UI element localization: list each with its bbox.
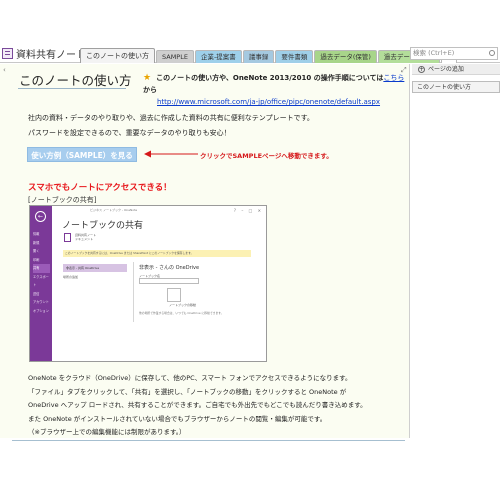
paragraph-line: 「ファイル」タブをクリックして、「共有」を選択し、「ノートブックの移動」をクリッ… <box>28 387 347 396</box>
section-heading: スマホでもノートにアクセスできる！ <box>28 183 172 193</box>
section-tab[interactable]: 要件書類 <box>275 50 314 63</box>
intro-line: パスワードを設定できるので、重要なデータのやり取りも安心！ <box>28 129 231 137</box>
bottom-divider <box>12 440 405 441</box>
name-field <box>139 278 199 284</box>
intro-line: 社内の資料・データのやり取りや、過去に作成した資料の共有に便利なテンプレートです… <box>28 114 314 122</box>
note-page[interactable]: ‹ ⤢ このノートの使い方 ★ このノートの使い方や、OneNote 2013/2… <box>0 64 410 441</box>
section-tab[interactable]: このノートの使い方 <box>80 48 155 63</box>
section-tabs: このノートの使い方SAMPLE企業-提案書議事録要件書類過去データ(保管)過去デ… <box>80 47 458 63</box>
onedrive-title: 非表示 - さんの OneDrive <box>139 265 200 271</box>
paragraph-line: OneNote をクラウド（OneDrive）に保存して、他のPC、スマート フ… <box>28 374 352 382</box>
description-paragraph: OneNote をクラウド（OneDrive）に保存して、他のPC、スマート フ… <box>28 372 398 440</box>
page-title[interactable]: このノートの使い方 <box>19 70 132 89</box>
sample-button[interactable]: 使い方例（SAMPLE）を見る <box>27 147 137 162</box>
move-notebook-icon <box>167 288 181 302</box>
notebook-icon <box>2 48 13 59</box>
backstage-menu-item: 送信 <box>33 291 40 296</box>
search-icon[interactable] <box>489 50 495 56</box>
add-place: 場所の追加 <box>63 275 79 279</box>
backstage-sidebar: ← 情報新規開く印刷共有 エクスポート送信アカウントオプション <box>30 206 52 361</box>
divider <box>133 262 134 322</box>
plus-icon: + <box>418 66 425 73</box>
add-page-label: ページの追加 <box>428 66 464 73</box>
section-tab[interactable]: 企業-提案書 <box>194 50 242 63</box>
share-heading: ノートブックの共有 <box>62 221 144 231</box>
window-title: ビジネス ノートブック - OneNote <box>90 208 138 212</box>
section-subheading: [ノートブックの共有] <box>28 196 97 204</box>
backstage-menu-item: オプション <box>33 308 49 313</box>
move-notebook-label: ノートブックの移動 <box>169 303 197 307</box>
paragraph-line: （※ブラウザー上での編集機能には制限があります。） <box>28 428 186 437</box>
note-text: このノートの使い方や、OneNote 2013/2010 の操作手順については <box>156 74 384 82</box>
collapse-icon[interactable]: ‹ <box>3 66 6 74</box>
add-page-button[interactable]: + ページの追加 <box>412 64 500 75</box>
arrow-label: クリックでSAMPLEページへ移動できます。 <box>200 152 333 160</box>
back-arrow-icon: ← <box>35 211 46 222</box>
embedded-screenshot: ← 情報新規開く印刷共有 エクスポート送信アカウントオプション ビジネス ノートブ… <box>29 205 267 362</box>
onedrive-item: 非表示 - 共有 OneDrive <box>63 264 127 272</box>
intro-text: 社内の資料・データのやり取りや、過去に作成した資料の共有に便利なテンプレートです… <box>28 111 314 141</box>
section-tab[interactable]: SAMPLE <box>156 50 194 63</box>
backstage-menu-item: アカウント <box>33 300 49 304</box>
page-list-item[interactable]: このノートの使い方 <box>412 81 500 93</box>
doc-info: 資料共有ノート ドキュメント <box>75 233 96 241</box>
info-bar: このノートブックを共有するには、OneDrive または SharePoint … <box>63 250 251 257</box>
notebook-toolbar: 資料共有ノート ▼ このノートの使い方SAMPLE企業-提案書議事録要件書類過去… <box>0 44 500 63</box>
help-link[interactable]: こちら <box>383 74 404 82</box>
section-tab[interactable]: 議事録 <box>242 50 275 63</box>
notebook-icon <box>64 233 71 242</box>
page-list-pane: + ページの追加 このノートの使い方 <box>412 64 500 438</box>
search-input[interactable]: 検索 (Ctrl+E) <box>410 47 498 60</box>
backstage-menu: 情報新規開く印刷共有 エクスポート送信アカウントオプション <box>33 230 50 315</box>
backstage-menu-item: 共有 <box>33 264 50 273</box>
section-tab[interactable]: 過去データ(保管) <box>314 50 377 63</box>
backstage-menu-item: 開く <box>33 249 40 253</box>
star-icon: ★ <box>143 73 152 83</box>
paragraph-line: OneDrive へアップ ロードされ、共有することができます。ご自宅でも外出先… <box>28 401 367 410</box>
help-url-link[interactable]: http://www.microsoft.com/ja-jp/office/pi… <box>143 96 409 108</box>
title-underline <box>18 88 126 89</box>
notebook-name: 資料共有ノート <box>16 50 86 61</box>
backstage-menu-item: エクスポート <box>33 274 49 288</box>
search-placeholder: 検索 (Ctrl+E) <box>413 49 455 57</box>
paragraph-line: また OneNote がインストールされていない場合でもブラウザーからノートの閲… <box>28 414 327 423</box>
doc-sub: ドキュメント <box>75 237 94 241</box>
backstage-menu-item: 印刷 <box>33 257 40 262</box>
onedrive-footer: 他の場所で作業する場合は、いつでも OneDrive に移動できます。 <box>139 311 224 315</box>
backstage-menu-item: 新規 <box>33 240 40 245</box>
note-text-end: から <box>143 86 157 94</box>
backstage-menu-item: 情報 <box>33 232 40 236</box>
instruction-note: ★ このノートの使い方や、OneNote 2013/2010 の操作手順については… <box>143 72 409 108</box>
window-controls-icon: ? – □ ✕ <box>233 208 263 213</box>
